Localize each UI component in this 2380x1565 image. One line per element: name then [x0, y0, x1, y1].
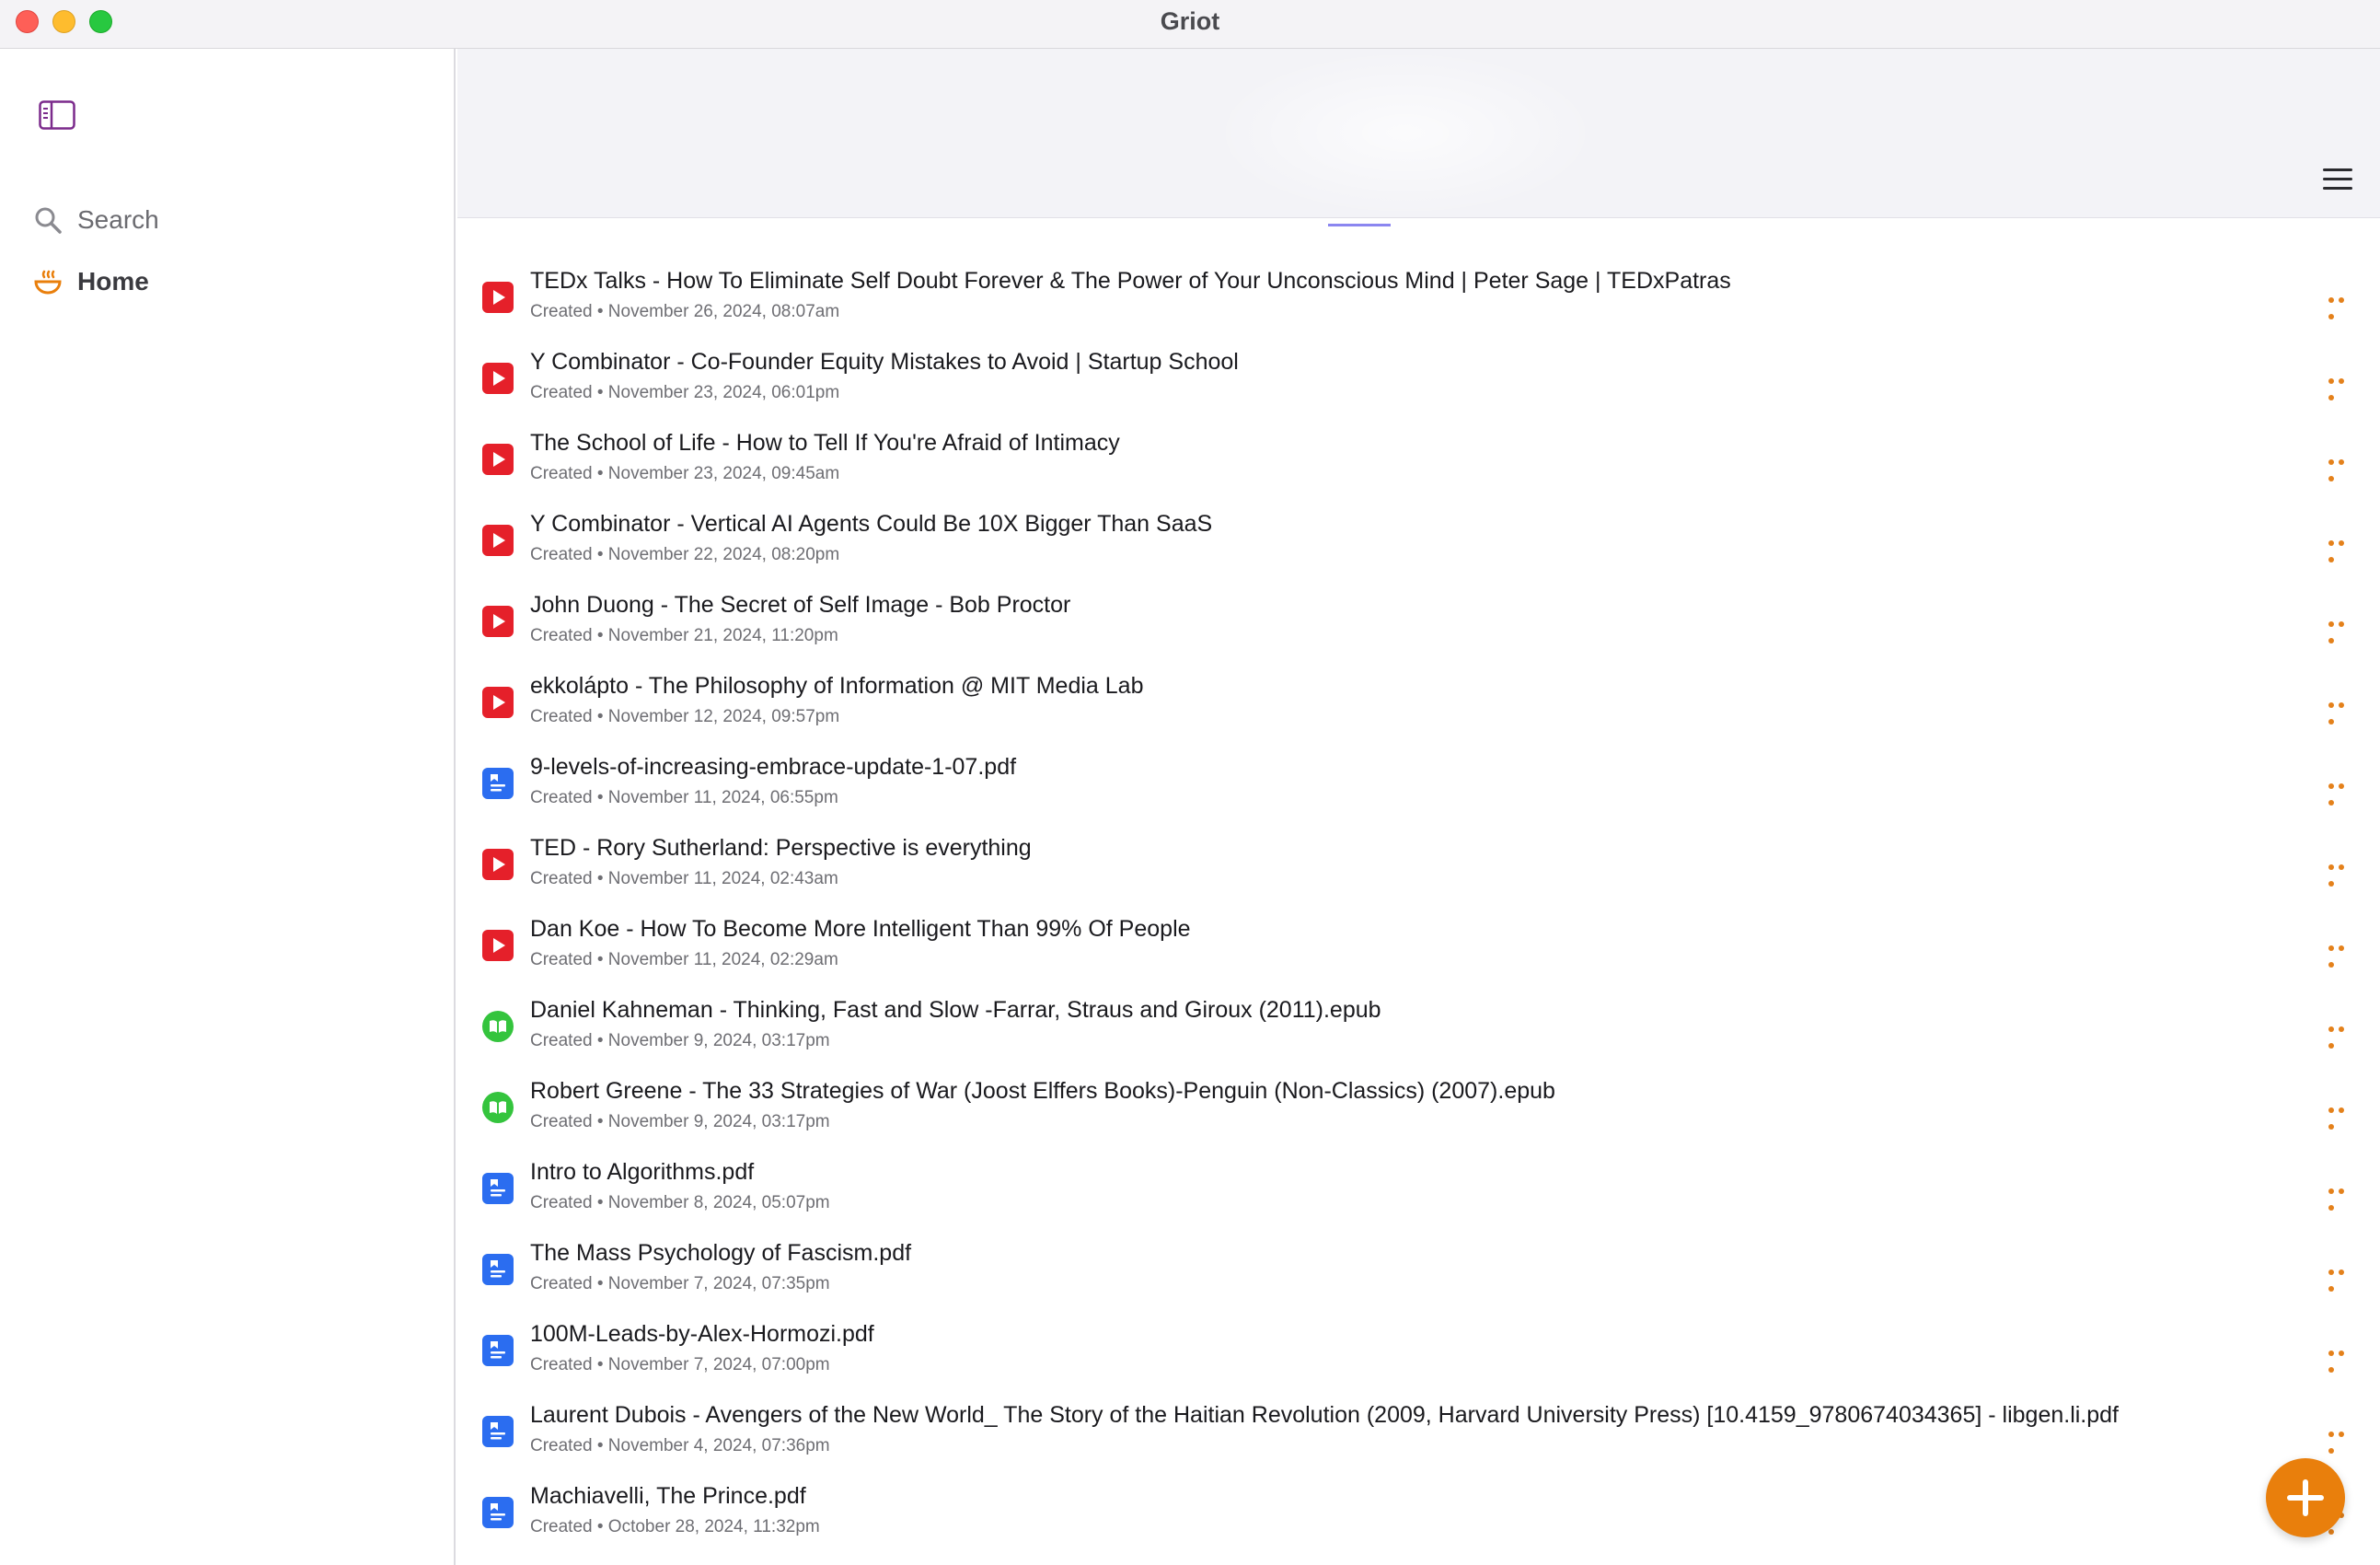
item-title[interactable]: Laurent Dubois - Avengers of the New Wor… — [530, 1402, 2119, 1429]
sidebar-item-label: Search — [77, 205, 159, 234]
more-options-icon[interactable] — [2328, 1020, 2356, 1049]
sidebar-item-home[interactable]: Home — [33, 267, 149, 296]
item-title[interactable]: 100M-Leads-by-Alex-Hormozi.pdf — [530, 1321, 874, 1348]
item-title[interactable]: 9-levels-of-increasing-embrace-update-1-… — [530, 754, 1016, 781]
item-title[interactable]: TED - Rory Sutherland: Perspective is ev… — [530, 835, 1032, 862]
list-item[interactable]: 100M-Leads-by-Alex-Hormozi.pdf Created • … — [457, 1304, 2380, 1385]
list-item[interactable]: Y Combinator - Co-Founder Equity Mistake… — [457, 331, 2380, 412]
item-title[interactable]: John Duong - The Secret of Self Image - … — [530, 592, 1070, 619]
video-play-icon — [482, 363, 514, 394]
item-title[interactable]: Robert Greene - The 33 Strategies of War… — [530, 1078, 1555, 1105]
more-options-icon[interactable] — [2328, 939, 2356, 968]
more-options-icon[interactable] — [2328, 1263, 2356, 1292]
item-created-date: Created • November 9, 2024, 03:17pm — [530, 1112, 830, 1131]
item-created-date: Created • November 9, 2024, 03:17pm — [530, 1031, 830, 1050]
document-icon — [482, 768, 514, 799]
item-created-date: Created • November 8, 2024, 05:07pm — [530, 1193, 830, 1212]
document-icon — [482, 1497, 514, 1528]
book-icon — [482, 1011, 514, 1042]
home-bowl-icon — [34, 270, 62, 295]
item-title[interactable]: The Mass Psychology of Fascism.pdf — [530, 1240, 911, 1267]
menu-icon[interactable] — [2323, 168, 2352, 192]
item-created-date: Created • November 23, 2024, 06:01pm — [530, 383, 840, 402]
scroll-indicator — [1328, 224, 1391, 226]
list-item[interactable]: Laurent Dubois - Avengers of the New Wor… — [457, 1385, 2380, 1466]
list-item[interactable]: Y Combinator - Vertical AI Agents Could … — [457, 493, 2380, 574]
video-play-icon — [482, 687, 514, 718]
video-play-icon — [482, 444, 514, 475]
more-options-icon[interactable] — [2328, 453, 2356, 481]
item-title[interactable]: Dan Koe - How To Become More Intelligent… — [530, 916, 1191, 943]
list-item[interactable]: TED - Rory Sutherland: Perspective is ev… — [457, 817, 2380, 898]
item-created-date: Created • November 11, 2024, 02:29am — [530, 950, 838, 969]
more-options-icon[interactable] — [2328, 372, 2356, 400]
document-icon — [482, 1173, 514, 1204]
item-created-date: Created • November 22, 2024, 08:20pm — [530, 545, 840, 564]
more-options-icon[interactable] — [2328, 615, 2356, 643]
more-options-icon[interactable] — [2328, 291, 2356, 319]
more-options-icon[interactable] — [2328, 1182, 2356, 1211]
item-created-date: Created • November 7, 2024, 07:00pm — [530, 1355, 830, 1374]
video-play-icon — [482, 282, 514, 313]
more-options-icon[interactable] — [2328, 696, 2356, 725]
document-icon — [482, 1254, 514, 1285]
video-play-icon — [482, 849, 514, 880]
video-play-icon — [482, 525, 514, 556]
item-created-date: Created • November 7, 2024, 07:35pm — [530, 1274, 830, 1293]
book-icon — [482, 1092, 514, 1123]
item-created-date: Created • October 28, 2024, 11:32pm — [530, 1517, 820, 1536]
item-title[interactable]: Machiavelli, The Prince.pdf — [530, 1483, 806, 1510]
item-created-date: Created • November 4, 2024, 07:36pm — [530, 1436, 830, 1455]
title-bar: Griot — [0, 0, 2380, 49]
more-options-icon[interactable] — [2328, 1344, 2356, 1373]
item-title[interactable]: Daniel Kahneman - Thinking, Fast and Slo… — [530, 997, 1381, 1024]
list-item[interactable]: Machiavelli, The Prince.pdf Created • Oct… — [457, 1466, 2380, 1547]
window-title: Griot — [1160, 7, 1220, 35]
item-created-date: Created • November 11, 2024, 02:43am — [530, 869, 838, 888]
more-options-icon[interactable] — [2328, 777, 2356, 806]
header-background — [1212, 49, 1599, 217]
list-item[interactable]: Intro to Algorithms.pdf Created • Novembe… — [457, 1142, 2380, 1223]
list-item[interactable]: The School of Life - How to Tell If You'… — [457, 412, 2380, 493]
item-title[interactable]: The School of Life - How to Tell If You'… — [530, 430, 1120, 457]
list-item[interactable]: TEDx Talks - How To Eliminate Self Doubt… — [457, 250, 2380, 331]
more-options-icon[interactable] — [2328, 1425, 2356, 1454]
more-options-icon[interactable] — [2328, 858, 2356, 887]
document-icon — [482, 1335, 514, 1366]
item-created-date: Created • November 11, 2024, 06:55pm — [530, 788, 838, 807]
item-list: TEDx Talks - How To Eliminate Self Doubt… — [457, 250, 2380, 1547]
document-icon — [482, 1416, 514, 1447]
list-item[interactable]: Daniel Kahneman - Thinking, Fast and Slo… — [457, 980, 2380, 1061]
item-title[interactable]: Y Combinator - Vertical AI Agents Could … — [530, 511, 1212, 538]
video-play-icon — [482, 606, 514, 637]
list-item[interactable]: 9-levels-of-increasing-embrace-update-1-… — [457, 736, 2380, 817]
main-header — [457, 49, 2380, 218]
search-icon — [35, 207, 62, 234]
item-created-date: Created • November 21, 2024, 11:20pm — [530, 626, 838, 645]
sidebar-item-search[interactable]: Search — [33, 205, 159, 235]
more-options-icon[interactable] — [2328, 534, 2356, 562]
item-title[interactable]: TEDx Talks - How To Eliminate Self Doubt… — [530, 268, 1731, 295]
item-title[interactable]: Intro to Algorithms.pdf — [530, 1159, 754, 1186]
sidebar-toggle-icon[interactable] — [39, 100, 75, 130]
more-options-icon[interactable] — [2328, 1101, 2356, 1130]
list-item[interactable]: Robert Greene - The 33 Strategies of War… — [457, 1061, 2380, 1142]
item-created-date: Created • November 23, 2024, 09:45am — [530, 464, 840, 483]
item-title[interactable]: Y Combinator - Co-Founder Equity Mistake… — [530, 349, 1239, 376]
video-play-icon — [482, 930, 514, 961]
list-item[interactable]: The Mass Psychology of Fascism.pdf Create… — [457, 1223, 2380, 1304]
item-created-date: Created • November 26, 2024, 08:07am — [530, 302, 840, 321]
item-title[interactable]: ekkolápto - The Philosophy of Informatio… — [530, 673, 1143, 700]
list-item[interactable]: ekkolápto - The Philosophy of Informatio… — [457, 655, 2380, 736]
add-button[interactable] — [2266, 1458, 2345, 1537]
item-created-date: Created • November 12, 2024, 09:57pm — [530, 707, 840, 726]
sidebar: Search Home — [0, 49, 456, 1565]
sidebar-item-label: Home — [77, 267, 149, 296]
list-item[interactable]: John Duong - The Secret of Self Image - … — [457, 574, 2380, 655]
list-item[interactable]: Dan Koe - How To Become More Intelligent… — [457, 898, 2380, 980]
